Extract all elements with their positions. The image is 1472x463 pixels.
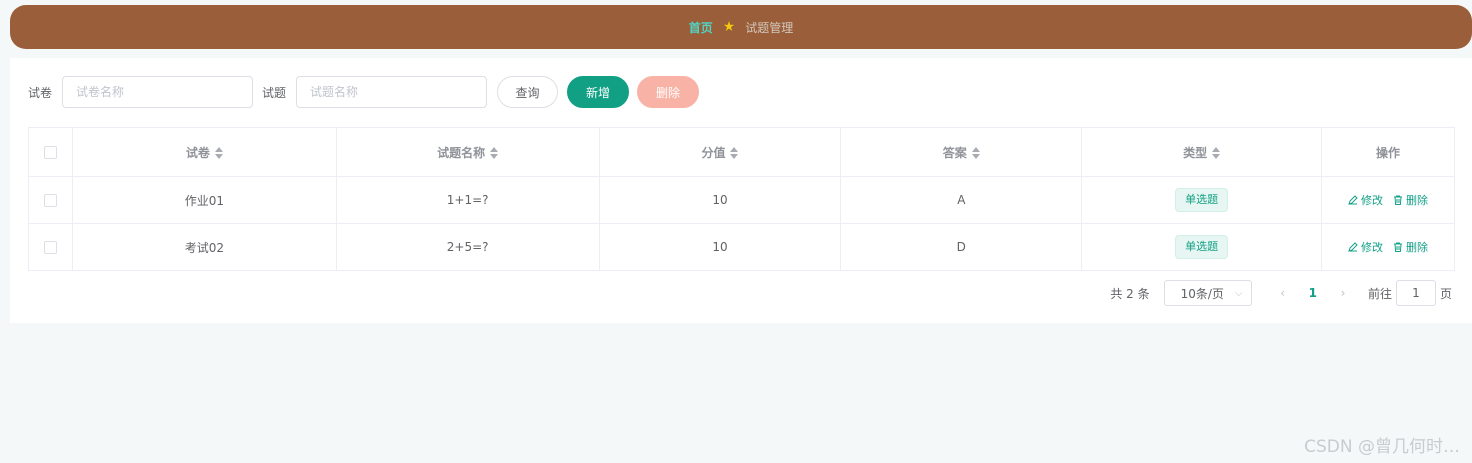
column-header-label: 分值 <box>701 145 726 160</box>
breadcrumb-home-link[interactable]: 首页 <box>689 19 713 36</box>
column-header-actions: 操作 <box>1321 127 1455 177</box>
question-cell: 2+5=? <box>336 223 600 271</box>
questions-table: 试卷 试题名称 分值 答案 类型 操作 作业01 1+1=? 10 A 单选题 <box>28 127 1455 271</box>
answer-cell: A <box>840 176 1083 224</box>
sort-icon[interactable] <box>214 147 223 159</box>
trash-icon <box>1394 242 1403 252</box>
delete-link[interactable]: 删除 <box>1393 192 1428 208</box>
type-cell: 单选题 <box>1081 223 1323 271</box>
column-header-type[interactable]: 类型 <box>1081 127 1323 177</box>
sort-icon[interactable] <box>1212 147 1221 159</box>
delete-label: 删除 <box>1406 194 1429 207</box>
sort-icon[interactable] <box>490 147 499 159</box>
sort-icon[interactable] <box>730 147 739 159</box>
table-row: 考试02 2+5=? 10 D 单选题 修改 删除 <box>28 223 1455 271</box>
page-number-current[interactable]: 1 <box>1309 286 1317 300</box>
prev-page-icon[interactable]: ‹ <box>1274 286 1292 300</box>
column-header-score[interactable]: 分值 <box>599 127 842 177</box>
row-checkbox[interactable] <box>43 241 57 254</box>
search-form: 试卷 试题 查询 新增 删除 <box>28 76 700 108</box>
score-cell: 10 <box>599 223 842 271</box>
column-header-answer[interactable]: 答案 <box>840 127 1083 177</box>
edit-label: 修改 <box>1361 241 1384 254</box>
actions-cell: 修改 删除 <box>1321 223 1455 271</box>
breadcrumb-current: 试题管理 <box>745 20 794 35</box>
batch-delete-button[interactable]: 删除 <box>637 76 700 108</box>
paper-label: 试卷 <box>28 85 53 100</box>
pagination: 共 2 条 10条/页 ⌵ ‹ 1 › 前往 1 页 <box>1110 280 1452 306</box>
paper-cell: 考试02 <box>72 223 337 271</box>
column-header-label: 答案 <box>942 145 967 160</box>
score-cell: 10 <box>599 176 842 224</box>
breadcrumb-bar: 首页 ★ 试题管理 <box>10 5 1472 49</box>
type-cell: 单选题 <box>1081 176 1323 224</box>
row-select-cell <box>28 176 73 224</box>
question-label: 试题 <box>262 85 287 100</box>
select-all-checkbox[interactable] <box>43 146 57 159</box>
table-row: 作业01 1+1=? 10 A 单选题 修改 删除 <box>28 176 1455 224</box>
row-checkbox[interactable] <box>43 194 57 207</box>
delete-label: 删除 <box>1406 241 1429 254</box>
question-cell: 1+1=? <box>336 176 600 224</box>
query-button[interactable]: 查询 <box>497 76 559 108</box>
trash-icon <box>1394 195 1403 205</box>
type-tag: 单选题 <box>1175 188 1229 212</box>
column-header-question[interactable]: 试题名称 <box>336 127 600 177</box>
column-header-paper[interactable]: 试卷 <box>72 127 337 177</box>
edit-link[interactable]: 修改 <box>1348 192 1383 208</box>
goto-page-input[interactable]: 1 <box>1395 280 1436 306</box>
answer-cell: D <box>840 223 1083 271</box>
select-all-cell <box>28 127 73 177</box>
page-suffix: 页 <box>1439 286 1452 301</box>
main-panel: 试卷 试题 查询 新增 删除 试卷 试题名称 分值 答案 类型 操作 作业01 <box>10 58 1472 323</box>
actions-cell: 修改 删除 <box>1321 176 1455 224</box>
edit-link[interactable]: 修改 <box>1348 239 1383 255</box>
paper-cell: 作业01 <box>72 176 337 224</box>
add-button[interactable]: 新增 <box>567 76 630 108</box>
page-size-select[interactable]: 10条/页 ⌵ <box>1163 280 1252 306</box>
column-header-label: 操作 <box>1376 145 1401 160</box>
goto-label: 前往 <box>1367 286 1392 301</box>
next-page-icon[interactable]: › <box>1334 286 1352 300</box>
type-tag: 单选题 <box>1175 235 1229 259</box>
paper-name-input[interactable] <box>62 76 254 108</box>
edit-icon <box>1348 195 1358 205</box>
question-name-input[interactable] <box>296 76 488 108</box>
column-header-label: 类型 <box>1183 145 1208 160</box>
sort-icon[interactable] <box>971 147 980 159</box>
star-icon: ★ <box>722 19 736 35</box>
chevron-down-icon: ⌵ <box>1235 287 1243 299</box>
table-header-row: 试卷 试题名称 分值 答案 类型 操作 <box>28 127 1455 177</box>
page-size-value: 10条/页 <box>1180 286 1224 301</box>
total-count: 共 2 条 <box>1110 286 1150 301</box>
column-header-label: 试卷 <box>185 145 210 160</box>
watermark: CSDN @曾几何时… <box>1304 437 1460 457</box>
delete-link[interactable]: 删除 <box>1393 239 1428 255</box>
column-header-label: 试题名称 <box>437 145 486 160</box>
row-select-cell <box>28 223 73 271</box>
edit-label: 修改 <box>1361 194 1384 207</box>
edit-icon <box>1348 242 1358 252</box>
